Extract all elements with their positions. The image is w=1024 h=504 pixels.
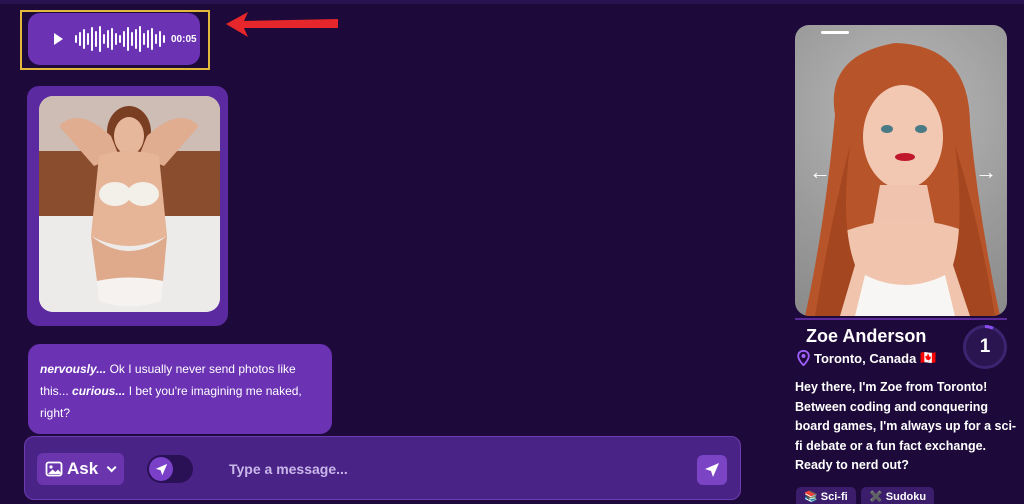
top-border xyxy=(0,0,1024,4)
photo-illustration xyxy=(39,96,220,312)
paper-plane-icon xyxy=(155,463,167,475)
paper-plane-icon xyxy=(705,463,719,477)
location-pin-icon xyxy=(797,350,810,366)
chevron-down-icon xyxy=(106,461,117,472)
carousel-indicator xyxy=(821,31,849,34)
profile-location: Toronto, Canada 🇨🇦 xyxy=(797,350,937,366)
text-message: nervously... Ok I usually never send pho… xyxy=(28,344,332,434)
audio-message[interactable]: 00:05 xyxy=(28,13,200,65)
ask-mode-label: Ask xyxy=(67,459,99,478)
sent-photo[interactable] xyxy=(39,96,220,312)
send-toggle[interactable] xyxy=(147,455,193,483)
interest-tag[interactable]: 📚 Sci-fi xyxy=(796,487,856,504)
books-icon: 📚 xyxy=(804,491,818,503)
play-icon[interactable] xyxy=(54,33,63,45)
audio-duration: 00:05 xyxy=(171,33,197,45)
tag-label: Sudoku xyxy=(885,491,927,503)
previous-arrow-icon[interactable]: ← xyxy=(809,159,831,185)
cross-icon: ✖️ xyxy=(869,491,883,503)
ask-mode-dropdown[interactable]: Ask xyxy=(37,453,124,485)
profile-bio: Hey there, I'm Zoe from Toronto! Between… xyxy=(795,380,1017,472)
waveform-icon xyxy=(75,24,165,54)
profile-divider xyxy=(795,318,1007,320)
location-text: Toronto, Canada xyxy=(814,350,917,366)
message-input[interactable] xyxy=(229,455,689,483)
message-composer: Ask xyxy=(24,436,741,500)
next-arrow-icon[interactable]: → xyxy=(975,159,997,185)
level-progress-ring xyxy=(984,325,994,330)
profile-photo-carousel[interactable]: ← → xyxy=(795,25,1007,316)
send-button[interactable] xyxy=(697,455,727,485)
red-arrow-annotation xyxy=(226,12,338,37)
tag-label: Sci-fi xyxy=(820,491,848,503)
emphasis-text: curious... xyxy=(72,384,126,398)
emphasis-text: nervously... xyxy=(40,362,107,376)
level-badge: 1 xyxy=(963,325,1007,369)
flag-icon: 🇨🇦 xyxy=(920,350,937,365)
image-icon xyxy=(45,461,63,477)
toggle-knob xyxy=(149,457,173,481)
photo-message[interactable] xyxy=(27,86,228,326)
interest-tag[interactable]: ✖️ Sudoku xyxy=(861,487,935,504)
profile-name: Zoe Anderson xyxy=(806,326,927,346)
